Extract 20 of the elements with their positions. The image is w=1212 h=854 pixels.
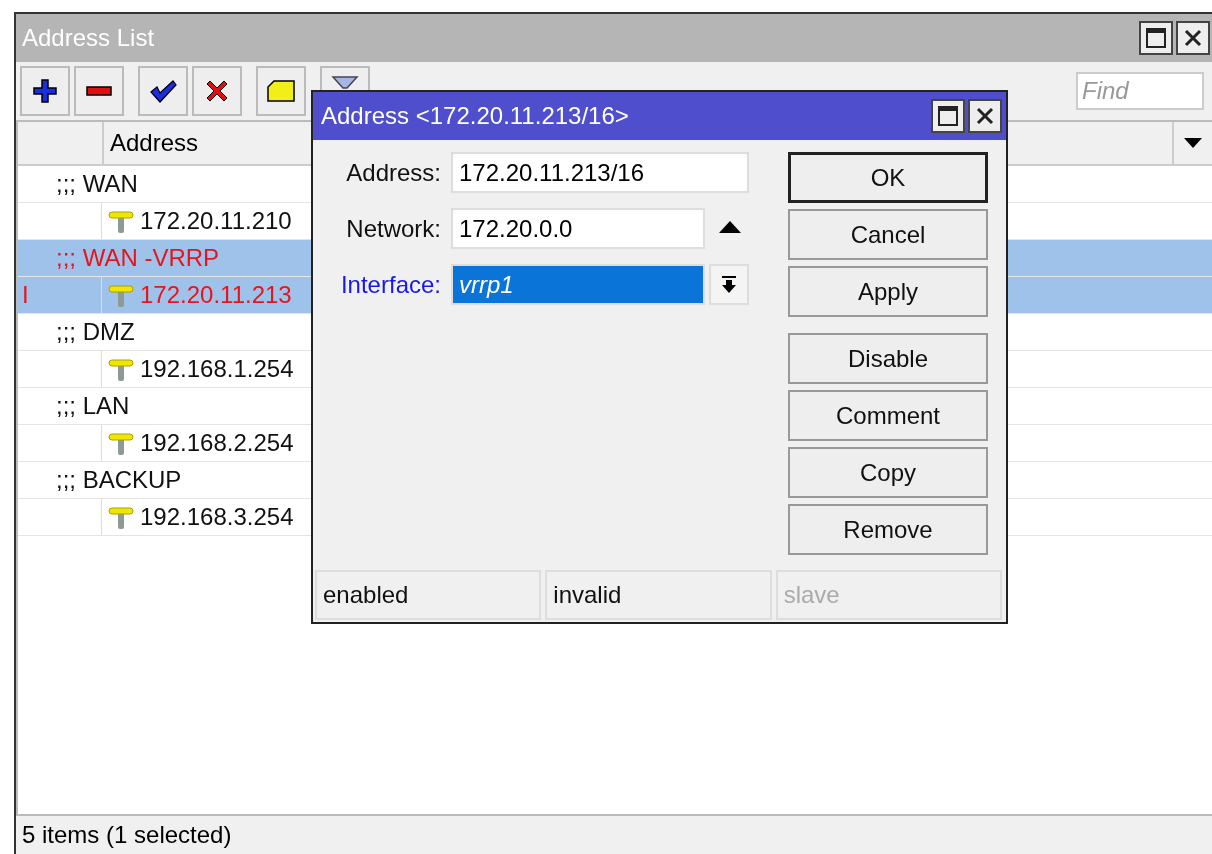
flag-text: I <box>22 281 29 309</box>
status-text: 5 items (1 selected) <box>22 821 232 849</box>
window-title: Address List <box>22 24 156 52</box>
address-text: 192.168.3.254 <box>140 503 294 531</box>
status-cell: enabled <box>315 570 542 620</box>
address-text: 192.168.2.254 <box>140 429 294 457</box>
status-cell: slave <box>775 570 1002 620</box>
comment-text: ;;; LAN <box>55 392 130 420</box>
address-text: 172.20.11.213 <box>140 281 292 309</box>
field-label: Address: <box>345 158 441 187</box>
comment-text: ;;; BACKUP <box>55 466 182 494</box>
field-label: Network: <box>345 214 441 243</box>
address-text: 172.20.11.210 <box>140 207 292 235</box>
address-text: 192.168.1.254 <box>140 355 294 383</box>
comment-text: ;;; DMZ <box>55 318 135 346</box>
comment-text: ;;; WAN -VRRP <box>55 244 220 272</box>
dialog-title: Address <172.20.11.213/16> <box>321 102 629 130</box>
comment-text: ;;; WAN <box>55 170 138 198</box>
status-cell: invalid <box>545 570 772 620</box>
field-label: Interface: <box>339 270 441 299</box>
